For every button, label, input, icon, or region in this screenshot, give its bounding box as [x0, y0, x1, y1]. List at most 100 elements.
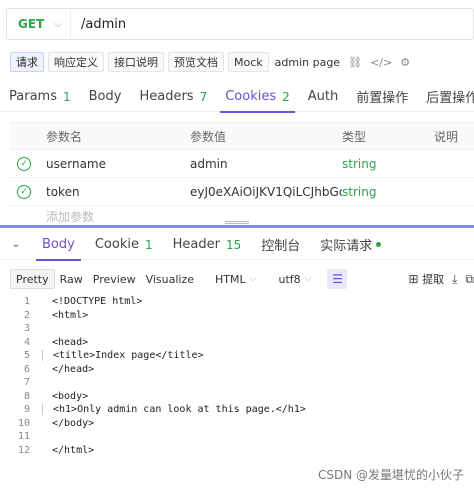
tab-params[interactable]: Params 1 — [0, 82, 80, 112]
format-preview[interactable]: Preview — [88, 269, 141, 289]
method-label: GET — [18, 17, 45, 31]
param-value[interactable]: admin — [190, 157, 342, 171]
code-text: <title>Index page</title> — [42, 350, 204, 362]
tab-label: Auth — [307, 89, 339, 104]
add-param-placeholder: 添加参数 — [46, 209, 95, 224]
code-text: <!DOCTYPE html> — [52, 296, 143, 308]
tab-label: Body — [88, 89, 122, 104]
tab-count: 1 — [144, 237, 153, 252]
subtab-request[interactable]: 请求 — [10, 52, 44, 72]
language-value: HTML — [215, 272, 246, 286]
tab-label: 前置操作 — [356, 91, 409, 106]
column-header-type: 类型 — [342, 129, 367, 144]
code-line: 10 </body> — [0, 417, 474, 431]
tab-label: 控制台 — [261, 239, 301, 254]
check-icon[interactable]: ✓ — [17, 156, 31, 171]
encoding-value: utf8 — [278, 272, 301, 286]
chevron-down-icon[interactable]: ⌄ — [0, 239, 32, 250]
line-number: 4 — [23, 336, 30, 348]
code-line: 8 <body> — [0, 390, 474, 404]
language-select[interactable]: HTML ⌵ — [209, 269, 262, 289]
line-number: 2 — [23, 309, 30, 321]
request-tabs: Params 1 Body Headers 7 Cookies 2 Auth 前置操作… — [0, 82, 474, 113]
table-header: 参数名 参数值 类型 说明 — [10, 122, 474, 150]
column-header-value: 参数值 — [190, 129, 227, 144]
code-icon[interactable]: </> — [368, 56, 394, 69]
method-select[interactable]: GET ⌵ — [7, 9, 71, 39]
line-number: 3 — [23, 323, 30, 335]
url-input[interactable]: /admin — [71, 17, 126, 32]
tab-label: Params — [9, 89, 57, 104]
column-header-description: 说明 — [434, 129, 459, 144]
code-line: 7 — [0, 376, 474, 390]
code-line: 6 </head> — [0, 363, 474, 377]
code-line: 11 — [0, 430, 474, 444]
param-value[interactable]: eyJ0eXAiOiJKV1QiLCJhbGci — [190, 185, 342, 199]
tab-response-body[interactable]: Body — [32, 230, 85, 261]
tab-console[interactable]: 控制台 — [251, 230, 310, 260]
extract-icon: ⊞ — [408, 272, 419, 286]
tab-pre-actions[interactable]: 前置操作 — [347, 82, 417, 112]
param-type[interactable]: string — [342, 185, 434, 199]
table-row: ✓ username admin string — [10, 150, 474, 178]
param-type[interactable]: string — [342, 157, 434, 171]
tab-auth[interactable]: Auth — [299, 82, 347, 112]
subtab-preview-doc[interactable]: 预览文档 — [168, 52, 224, 72]
watermark: CSDN @发量堪忧的小伙子 — [317, 468, 464, 482]
wrap-lines-icon[interactable]: ☰ — [327, 269, 348, 289]
chevron-down-icon: ⌵ — [249, 274, 257, 284]
line-number: 11 — [17, 431, 30, 443]
tab-response-cookie[interactable]: Cookie 1 — [85, 230, 163, 260]
tab-label: Body — [42, 237, 75, 252]
line-number: 8 — [23, 390, 30, 402]
response-body-code: 1 <!DOCTYPE html> 2 <html> 3 4 <head> 5 <tit… — [0, 295, 474, 457]
format-pretty[interactable]: Pretty — [10, 269, 55, 289]
param-name[interactable]: token — [38, 185, 190, 199]
code-text: </body> — [52, 417, 95, 429]
panel-splitter[interactable] — [0, 225, 474, 228]
download-icon[interactable]: ⤓ — [452, 272, 457, 287]
tab-response-header[interactable]: Header 15 — [163, 230, 252, 260]
code-line: 1 <!DOCTYPE html> — [0, 295, 474, 309]
tab-label: Header — [172, 237, 220, 252]
format-visualize[interactable]: Visualize — [141, 269, 199, 289]
extract-button[interactable]: ⊞ 提取 — [409, 271, 445, 287]
tab-post-actions[interactable]: 后置操作 — [417, 82, 474, 112]
tab-actual-request[interactable]: 实际请求 — [310, 230, 391, 260]
param-name[interactable]: username — [38, 157, 190, 171]
tab-count: 2 — [282, 89, 290, 104]
code-line: 3 — [0, 322, 474, 336]
check-icon[interactable]: ✓ — [17, 184, 31, 199]
status-dot — [376, 242, 382, 247]
extract-label: 提取 — [422, 273, 445, 286]
line-number: 9 — [23, 404, 30, 416]
subtab-response-definition[interactable]: 响应定义 — [48, 52, 104, 72]
tab-count: 7 — [199, 89, 208, 104]
table-row: ✓ token eyJ0eXAiOiJKV1QiLCJhbGci string — [10, 178, 474, 206]
gear-icon[interactable]: ⚙ — [398, 56, 412, 69]
tab-label: Headers — [139, 89, 194, 104]
response-tabs: ⌄ Body Cookie 1 Header 15 控制台 实际请求 — [0, 230, 474, 261]
response-toolbar: Pretty Raw Preview Visualize HTML ⌵ utf8 ⌵… — [10, 268, 474, 290]
link-icon[interactable]: ⛓ — [346, 56, 364, 69]
subtab-api-description[interactable]: 接口说明 — [108, 52, 164, 72]
format-raw[interactable]: Raw — [55, 269, 88, 289]
chevron-down-icon: ⌵ — [304, 274, 312, 284]
request-subtabs: 请求 响应定义 接口说明 预览文档 Mock admin page ⛓ </> … — [10, 52, 412, 72]
cookies-table: 参数名 参数值 类型 说明 ✓ username admin string ✓ … — [10, 122, 474, 226]
code-text: <body> — [52, 390, 89, 402]
tab-label: Cookies — [225, 89, 277, 104]
code-line: 9 <h1>Only admin can look at this page.</… — [0, 403, 474, 417]
code-text: <head> — [52, 336, 89, 348]
encoding-select[interactable]: utf8 ⌵ — [272, 269, 317, 289]
code-line: 4 <head> — [0, 336, 474, 350]
tab-body[interactable]: Body — [80, 82, 131, 112]
chevron-down-icon: ⌵ — [54, 18, 62, 30]
copy-icon[interactable]: ⧉ — [465, 272, 474, 287]
tab-headers[interactable]: Headers 7 — [130, 82, 216, 112]
tab-label: Cookie — [94, 237, 139, 252]
code-text: <h1>Only admin can look at this page.</h… — [42, 404, 306, 416]
tab-cookies[interactable]: Cookies 2 — [216, 82, 299, 113]
splitter-handle[interactable] — [225, 221, 249, 224]
subtab-mock[interactable]: Mock — [228, 52, 269, 72]
